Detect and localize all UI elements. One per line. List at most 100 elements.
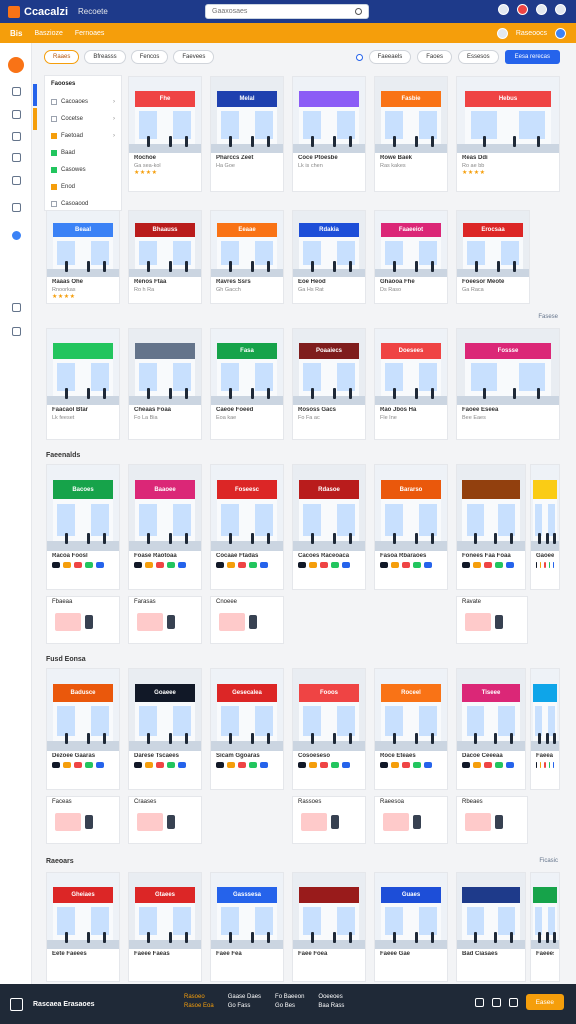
store-card[interactable]: Coce Ptoesbe Lk is chen <box>292 76 366 192</box>
checkbox[interactable] <box>51 115 57 122</box>
store-card[interactable]: Cheaas Foaa Fo La Bia <box>128 328 202 440</box>
filter-pill-1[interactable]: Raaes <box>44 50 80 64</box>
panel-row[interactable]: Baad <box>51 144 115 161</box>
filter-pill-3[interactable]: Fencos <box>130 50 169 64</box>
store-card[interactable]: Fooos Cosoeseso <box>292 668 366 790</box>
help-icon[interactable] <box>555 27 566 39</box>
mini-card[interactable]: Cnoeee <box>210 596 284 644</box>
store-card[interactable]: Goaeee Darese Tscaees <box>128 668 202 790</box>
breadcrumb-1[interactable]: Baszioze <box>34 30 62 37</box>
store-card[interactable]: Hebus Reas Ddi Ro ae bb ★★★★ <box>456 76 560 192</box>
checkbox[interactable] <box>51 98 57 105</box>
info-icon[interactable] <box>12 231 21 240</box>
store-card[interactable]: Badusce Dezoee Gaaras <box>46 668 120 790</box>
user-avatar[interactable] <box>555 4 566 15</box>
store-card[interactable]: Fonees Faa Foaa <box>456 464 526 590</box>
checkbox[interactable] <box>51 200 57 207</box>
store-card[interactable]: Fhe Rochoe Ga sea-kol ★★★★ <box>128 76 202 192</box>
store-card[interactable]: Beaal Raaas Ohe Rnoorkas ★★★★ <box>46 210 120 304</box>
notification-icon[interactable] <box>517 4 528 15</box>
mini-card[interactable]: Fbaeaa <box>46 596 120 644</box>
mini-card[interactable]: Ravate <box>456 596 528 644</box>
store-card[interactable]: Doesees Rao Jbos Ha Fle Ine <box>374 328 448 440</box>
chat-icon[interactable] <box>12 132 21 141</box>
store-card[interactable]: Gasssesa Faee Fea <box>210 872 284 982</box>
subbar-right-label[interactable]: Raseoocs <box>516 30 547 37</box>
people-icon[interactable] <box>12 203 21 212</box>
home-icon[interactable] <box>12 87 21 96</box>
profile-avatar[interactable] <box>8 57 24 73</box>
archive-icon[interactable] <box>12 303 21 312</box>
footer-link[interactable]: Rasoeo <box>184 994 214 1000</box>
store-card[interactable]: Gaoeee <box>530 464 560 590</box>
mini-card[interactable]: Faceas <box>46 796 120 844</box>
store-card[interactable]: Faacaol Btar Lk feeset <box>46 328 120 440</box>
checkbox[interactable] <box>51 166 57 173</box>
store-card[interactable]: Gtaees Faeee Faeas <box>128 872 202 982</box>
search-input[interactable] <box>212 8 355 15</box>
mini-card[interactable]: Raeesoa <box>374 796 448 844</box>
mini-card[interactable]: Rassoes <box>292 796 366 844</box>
search-icon[interactable] <box>355 8 362 15</box>
footer-logo-icon[interactable] <box>10 997 23 1011</box>
store-card[interactable]: Faee Foea <box>292 872 366 982</box>
share-icon[interactable] <box>474 997 484 1007</box>
footer-cta-button[interactable]: Easee <box>525 994 564 1010</box>
store-card[interactable]: Gesecalea Sicam Ggoaras <box>210 668 284 790</box>
globe-icon[interactable] <box>508 997 518 1007</box>
section-brand[interactable]: Bis <box>10 29 22 38</box>
see-more-link-2[interactable]: Ficasic <box>539 858 558 864</box>
settings-icon[interactable] <box>496 27 508 39</box>
footer-link[interactable]: Go Bes <box>275 1003 304 1009</box>
checkbox[interactable] <box>51 132 57 139</box>
globe-icon[interactable] <box>498 4 509 15</box>
store-card[interactable]: Rdakia Eoe Heod Ga Hs Rat <box>292 210 366 304</box>
filter-pill-2[interactable]: Bfreasss <box>84 50 126 64</box>
footer-link[interactable]: Baa Rass <box>318 1003 344 1009</box>
mini-card[interactable]: Farasas <box>128 596 202 644</box>
primary-action-button[interactable]: Eesa rerecas <box>504 50 560 64</box>
footer-link[interactable]: Ooeeoes <box>318 994 344 1000</box>
filter-action-3[interactable]: Essesos <box>457 50 499 64</box>
grid-icon[interactable] <box>12 110 21 119</box>
store-card[interactable]: Gheiaes Eete Faeees <box>46 872 120 982</box>
footer-link[interactable]: Go Fass <box>228 1003 261 1009</box>
store-card[interactable]: Guaes Faeee Gae <box>374 872 448 982</box>
settings-icon[interactable] <box>536 4 547 15</box>
footer-link[interactable]: Rasoe Eoa <box>184 1003 214 1009</box>
store-card[interactable]: Bhaauss Renos Ftaa Ro h Ra <box>128 210 202 304</box>
folder-icon[interactable] <box>12 153 21 162</box>
store-card[interactable]: Fasa Caeoe Foeed Eoa kae <box>210 328 284 440</box>
checkbox[interactable] <box>51 183 57 190</box>
store-card[interactable]: Poaaiecs Rososs Gacs Fo Fa ac <box>292 328 366 440</box>
download-icon[interactable] <box>491 997 501 1007</box>
store-card[interactable]: Foseesc Cocaae Ftadas <box>210 464 284 590</box>
breadcrumb-2[interactable]: Fernoaes <box>75 30 105 37</box>
checkbox[interactable] <box>51 149 57 156</box>
footer-link[interactable]: Fo Baeeon <box>275 994 304 1000</box>
filter-action-2[interactable]: Faoes <box>417 50 452 64</box>
panel-row[interactable]: Enod <box>51 178 115 195</box>
tag-icon[interactable] <box>12 176 21 185</box>
store-card[interactable]: Roceel Roce Eteaes <box>374 668 448 790</box>
store-card[interactable]: Eeaae Ravres Ssrs Gh Gacch <box>210 210 284 304</box>
panel-row[interactable]: Cocetse › <box>51 110 115 127</box>
search-box[interactable] <box>205 4 369 19</box>
sort-icon[interactable] <box>355 53 363 61</box>
store-card[interactable]: Faeees <box>530 872 560 982</box>
store-card[interactable]: Faaeeiot Ghaooa Fhe Ds Raso <box>374 210 448 304</box>
store-card[interactable]: Rdasoe Cacoes Raceoaca <box>292 464 366 590</box>
mini-card[interactable]: Craases <box>128 796 202 844</box>
store-card[interactable]: Bacoes Racoa Foosl <box>46 464 120 590</box>
header-link[interactable]: Recoete <box>78 7 108 16</box>
see-more-link[interactable]: Fasese <box>538 314 558 320</box>
app-logo[interactable]: Ccacalzi <box>8 5 68 18</box>
store-card[interactable]: Bad Ciasaes <box>456 872 526 982</box>
panel-row[interactable]: Cacoaoes › <box>51 93 115 110</box>
store-card[interactable]: Baaoee Foase Raotoaa <box>128 464 202 590</box>
mini-card[interactable]: Rbeaes <box>456 796 528 844</box>
store-card[interactable]: Tiseee Dacoe Ceeeaa <box>456 668 526 790</box>
panel-row[interactable]: Faetoad › <box>51 127 115 144</box>
store-card[interactable]: Erocsaa Foeesor Meote Ga Raca <box>456 210 530 304</box>
filter-pill-4[interactable]: Faevees <box>173 50 215 64</box>
